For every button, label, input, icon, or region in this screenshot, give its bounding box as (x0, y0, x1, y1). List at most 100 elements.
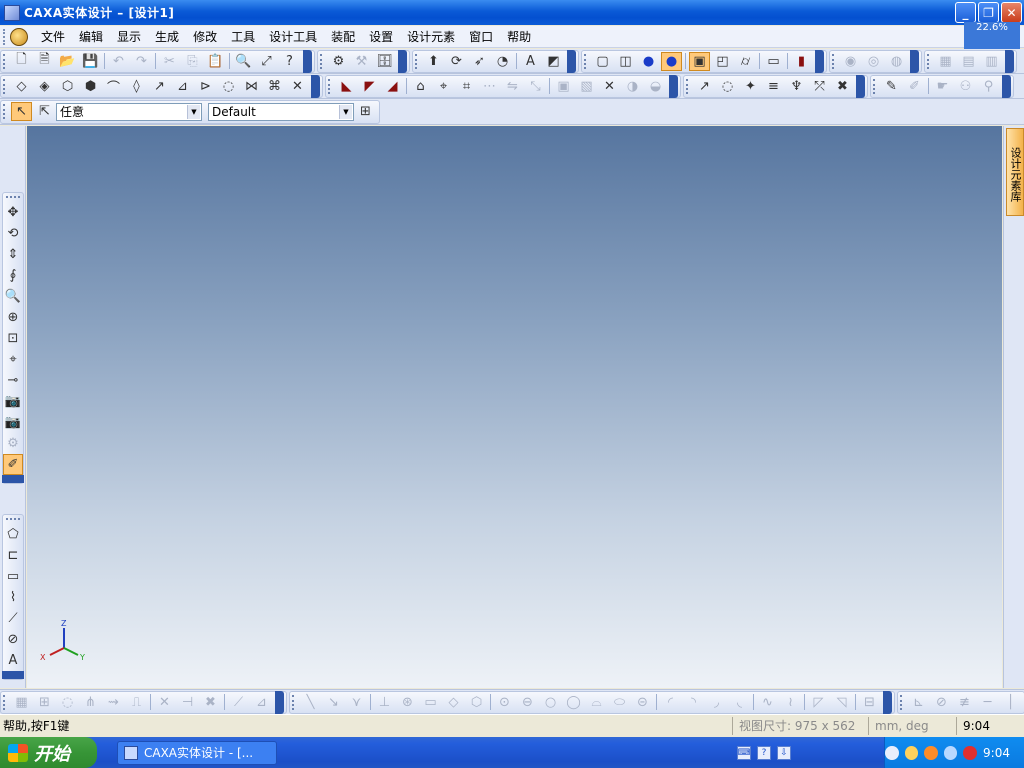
surface-8-icon[interactable]: ⊿ (172, 77, 193, 96)
chamfer-icon[interactable]: ◣ (336, 77, 357, 96)
toolbar-overflow-button[interactable] (1002, 74, 1011, 98)
start-button[interactable]: 开始 (0, 737, 97, 768)
app-icon[interactable] (4, 4, 20, 21)
cylinder-icon[interactable]: ⌭ (735, 52, 756, 71)
undo-icon[interactable]: ↶ (108, 52, 129, 71)
arc-1-icon[interactable]: ◜ (660, 693, 681, 712)
toolbar-overflow-button[interactable] (311, 74, 320, 98)
curve-3-icon[interactable]: ✦ (740, 77, 761, 96)
analysis-1-icon[interactable]: ☛ (932, 77, 953, 96)
design-viewport[interactable]: Z X Y (27, 126, 1002, 688)
surface-9-icon[interactable]: ⊳ (195, 77, 216, 96)
toolbar-overflow-button[interactable] (856, 74, 865, 98)
dimension-icon[interactable]: ✐ (904, 77, 925, 96)
sketch-rect-icon[interactable]: ▭ (3, 566, 23, 587)
configuration-select[interactable]: Default ▼ (208, 102, 354, 121)
loft-icon[interactable]: ◔ (492, 52, 513, 71)
curve-2-icon[interactable]: ◌ (717, 77, 738, 96)
arc-3-icon[interactable]: ◞ (706, 693, 727, 712)
toolbar-grip[interactable] (320, 53, 324, 69)
surface-4-icon[interactable]: ⬢ (80, 77, 101, 96)
mirror-icon[interactable]: ⇋ (502, 77, 523, 96)
diamond-icon[interactable]: ◇ (443, 693, 464, 712)
document-icon[interactable] (10, 27, 28, 46)
find-icon[interactable]: 🔍 (233, 52, 254, 71)
toolbar-grip[interactable] (292, 694, 296, 710)
tray-security-icon[interactable] (963, 745, 978, 760)
toolbar-grip[interactable] (3, 78, 7, 94)
split-curve-icon[interactable]: ⊣ (177, 693, 198, 712)
toolbar-overflow-button[interactable] (2, 671, 24, 679)
toolbar-grip[interactable] (6, 196, 20, 199)
tangent-line-icon[interactable]: ↘ (323, 693, 344, 712)
table-icon[interactable]: ▤ (958, 52, 979, 71)
toolbar-overflow-button[interactable] (275, 690, 284, 714)
sheet-icon[interactable]: ▥ (981, 52, 1002, 71)
toolbar-grip[interactable] (3, 694, 7, 710)
taskbar-item-caxa[interactable]: CAXA实体设计 - [... (117, 740, 277, 765)
cut-icon[interactable]: ✂ (159, 52, 180, 71)
zoom-fit-icon[interactable]: ⤢ (256, 52, 277, 71)
chevron-down-icon[interactable]: ▼ (339, 104, 352, 119)
save-icon[interactable]: 💾 (80, 52, 101, 71)
ellipse-icon[interactable]: ⬭ (609, 693, 630, 712)
tray-network-icon[interactable] (943, 745, 958, 760)
menu-assembly[interactable]: 装配 (324, 26, 362, 48)
toolbar-grip[interactable] (6, 518, 20, 521)
open-icon[interactable]: 📂 (57, 52, 78, 71)
tray-qq-icon[interactable] (924, 745, 938, 760)
spline-edit-icon[interactable]: ≀ (780, 693, 801, 712)
analysis-2-icon[interactable]: ⚇ (955, 77, 976, 96)
design-tree-icon[interactable]: ⊞ (355, 102, 376, 121)
project-icon[interactable]: ⊟ (859, 693, 880, 712)
point-icon[interactable]: ⊛ (397, 693, 418, 712)
catalog-icon[interactable]: ⚙ (328, 52, 349, 71)
toolbar-grip[interactable] (832, 53, 836, 69)
surface-3-icon[interactable]: ⬡ (57, 77, 78, 96)
input-method-icon[interactable]: ⇩ (777, 745, 791, 760)
revolve-icon[interactable]: ⟳ (446, 52, 467, 71)
menu-help[interactable]: 帮助 (500, 26, 538, 48)
paste-icon[interactable]: 📋 (205, 52, 226, 71)
toolbar-overflow-button[interactable] (815, 49, 824, 73)
storage-icon[interactable]: 🗄 (374, 52, 395, 71)
design-library-icon[interactable]: ⚒ (351, 52, 372, 71)
sketch-icon[interactable]: ◩ (543, 52, 564, 71)
constraint-2-icon[interactable]: ⊘ (931, 693, 952, 712)
select-filter-icon[interactable]: ⇱ (34, 102, 55, 121)
sweep-icon[interactable]: ➶ (469, 52, 490, 71)
toolbar-grip[interactable] (328, 78, 332, 94)
camera-dim-icon[interactable]: 📷 (3, 412, 23, 433)
extend-icon[interactable]: ⇝ (103, 693, 124, 712)
fillet-icon[interactable]: ◤ (359, 77, 380, 96)
shell-icon[interactable]: ◢ (382, 77, 403, 96)
frame-icon[interactable]: ▭ (763, 52, 784, 71)
curve-6-icon[interactable]: ⤱ (809, 77, 830, 96)
arc-2-icon[interactable]: ◝ (683, 693, 704, 712)
zoom-window-icon[interactable]: ⊕ (3, 307, 23, 328)
surface-10-icon[interactable]: ◌ (218, 77, 239, 96)
minimize-button[interactable]: _ (955, 2, 976, 23)
face-2-icon[interactable]: ▧ (576, 77, 597, 96)
menu-modify[interactable]: 修改 (186, 26, 224, 48)
subtract-icon[interactable]: ◎ (863, 52, 884, 71)
redo-icon[interactable]: ↷ (131, 52, 152, 71)
toolbar-grip[interactable] (873, 78, 877, 94)
toolbar-overflow-button[interactable] (669, 74, 678, 98)
face-3-icon[interactable]: ✕ (599, 77, 620, 96)
tray-clock[interactable]: 9:04 (983, 746, 1010, 760)
sketch-line-icon[interactable]: ⟋ (3, 608, 23, 629)
toolbar-overflow-button[interactable] (567, 49, 576, 73)
camera-settings-icon[interactable]: ⚙ (3, 433, 23, 454)
toolbar-grip[interactable] (3, 104, 7, 119)
close-button[interactable]: ✕ (1001, 2, 1022, 23)
split-icon[interactable]: ⌖ (433, 77, 454, 96)
toolbar-grip[interactable] (900, 694, 904, 710)
surface-1-icon[interactable]: ◇ (11, 77, 32, 96)
stamp-icon[interactable]: ⎍ (126, 693, 147, 712)
menu-window[interactable]: 窗口 (462, 26, 500, 48)
paint-icon[interactable]: ✐ (3, 454, 23, 475)
draft-icon[interactable]: ⌂ (410, 77, 431, 96)
sketch-plane-icon[interactable]: ⬠ (3, 524, 23, 545)
surface-11-icon[interactable]: ⋈ (241, 77, 262, 96)
